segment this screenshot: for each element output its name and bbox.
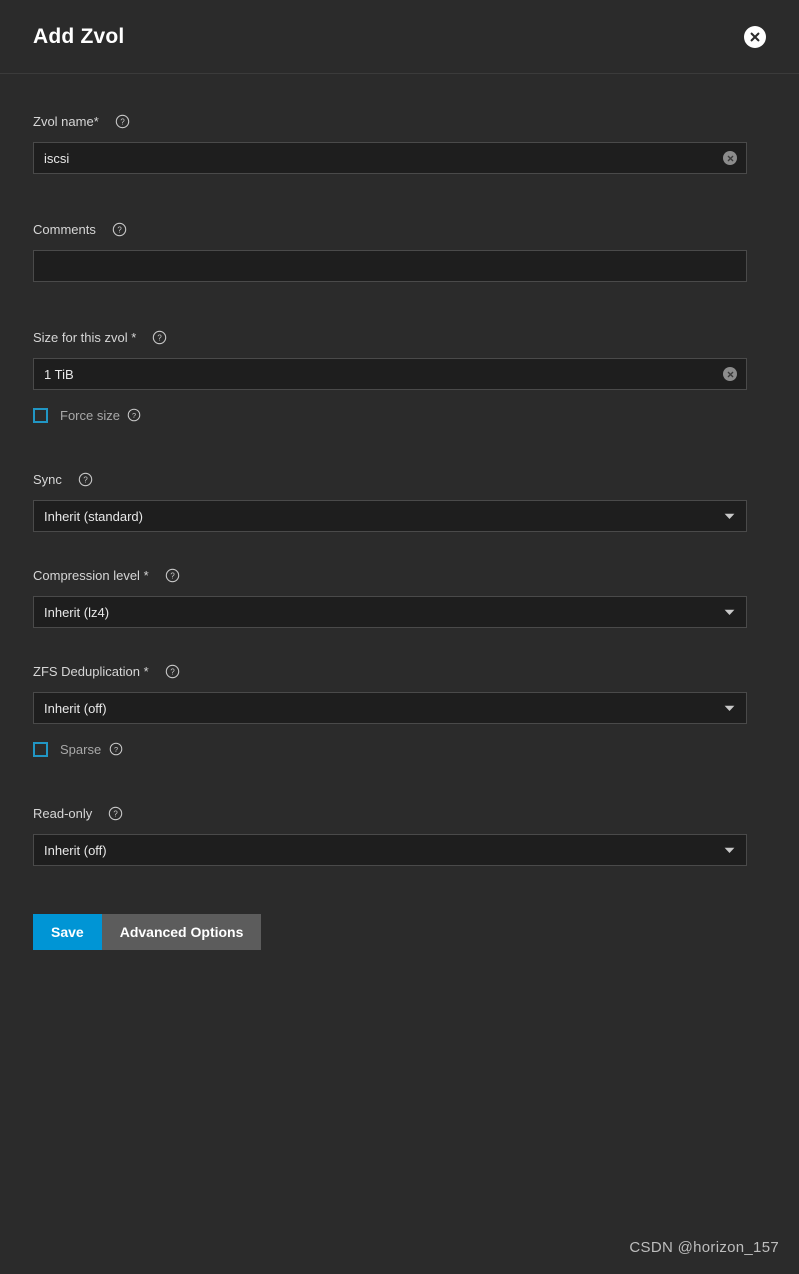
comments-input[interactable] [33,250,747,282]
sync-select[interactable]: Inherit (standard) [33,500,747,532]
compression-level-label-row: Compression level * ? [33,566,766,584]
sync-value: Inherit (standard) [44,508,143,524]
read-only-value: Inherit (off) [44,842,107,858]
size-label-row: Size for this zvol * ? [33,328,766,346]
size-value: 1 TiB [44,367,74,381]
help-circle-icon[interactable]: ? [165,568,180,583]
zfs-deduplication-label: ZFS Deduplication * [33,663,149,679]
field-sync: Sync ? Inherit (standard) [33,470,766,532]
zfs-deduplication-value: Inherit (off) [44,700,107,716]
help-circle-icon[interactable]: ? [78,472,93,487]
svg-text:?: ? [83,475,88,484]
svg-text:?: ? [114,745,118,754]
zvol-name-label: Zvol name* [33,113,99,129]
chevron-down-icon [724,512,735,520]
force-size-checkbox-row[interactable]: Force size ? [33,406,766,424]
dialog-header: Add Zvol [0,0,799,74]
help-circle-icon[interactable]: ? [108,806,123,821]
sparse-label: Sparse [60,741,102,757]
zfs-deduplication-select[interactable]: Inherit (off) [33,692,747,724]
advanced-options-button[interactable]: Advanced Options [101,914,262,950]
field-zfs-deduplication: ZFS Deduplication * ? Inherit (off) [33,662,766,724]
field-size-for-this-zvol: Size for this zvol * ? 1 TiB [33,328,766,390]
clear-circle-icon[interactable] [723,367,737,381]
save-button[interactable]: Save [33,914,102,950]
chevron-down-icon [724,704,735,712]
field-compression-level: Compression level * ? Inherit (lz4) [33,566,766,628]
sparse-checkbox[interactable] [33,741,48,757]
compression-level-select[interactable]: Inherit (lz4) [33,596,747,628]
sync-label: Sync [33,471,62,487]
comments-label: Comments [33,221,96,237]
force-size-checkbox[interactable] [33,407,48,423]
svg-text:?: ? [170,667,175,676]
zvol-name-input[interactable]: iscsi [33,142,747,174]
compression-level-label: Compression level * [33,567,149,583]
field-zvol-name: Zvol name* ? iscsi [33,112,766,174]
add-zvol-dialog: Add Zvol Zvol name* ? iscsi Comments ? S… [0,0,799,1274]
chevron-down-icon [724,608,735,616]
help-circle-icon[interactable]: ? [112,222,127,237]
dialog-body: Zvol name* ? iscsi Comments ? Size for t… [0,74,799,1274]
force-size-label: Force size [60,407,120,423]
close-icon [748,30,762,44]
page-title: Add Zvol [33,25,125,48]
size-label: Size for this zvol * [33,329,137,345]
comments-label-row: Comments ? [33,220,766,238]
svg-text:?: ? [114,809,119,818]
zvol-name-value: iscsi [44,151,70,165]
svg-text:?: ? [120,117,125,126]
sparse-checkbox-row[interactable]: Sparse ? [33,740,766,758]
svg-text:?: ? [117,225,122,234]
svg-text:?: ? [170,571,175,580]
read-only-label: Read-only [33,805,93,821]
size-input[interactable]: 1 TiB [33,358,747,390]
zvol-name-label-row: Zvol name* ? [33,112,766,130]
help-circle-icon[interactable]: ? [115,114,130,129]
svg-text:?: ? [132,411,136,420]
help-circle-icon[interactable]: ? [108,742,123,757]
watermark: CSDN @horizon_157 [629,1239,779,1256]
help-circle-icon[interactable]: ? [152,330,167,345]
help-circle-icon[interactable]: ? [127,408,142,423]
chevron-down-icon [724,846,735,854]
read-only-select[interactable]: Inherit (off) [33,834,747,866]
dialog-actions: Save Advanced Options [33,914,766,950]
clear-circle-icon[interactable] [723,151,737,165]
compression-level-value: Inherit (lz4) [44,604,110,620]
sync-label-row: Sync ? [33,470,766,488]
zfs-deduplication-label-row: ZFS Deduplication * ? [33,662,766,680]
field-comments: Comments ? [33,220,766,282]
field-read-only: Read-only ? Inherit (off) [33,804,766,866]
svg-text:?: ? [158,333,163,342]
close-button[interactable] [744,26,766,48]
help-circle-icon[interactable]: ? [165,664,180,679]
read-only-label-row: Read-only ? [33,804,766,822]
